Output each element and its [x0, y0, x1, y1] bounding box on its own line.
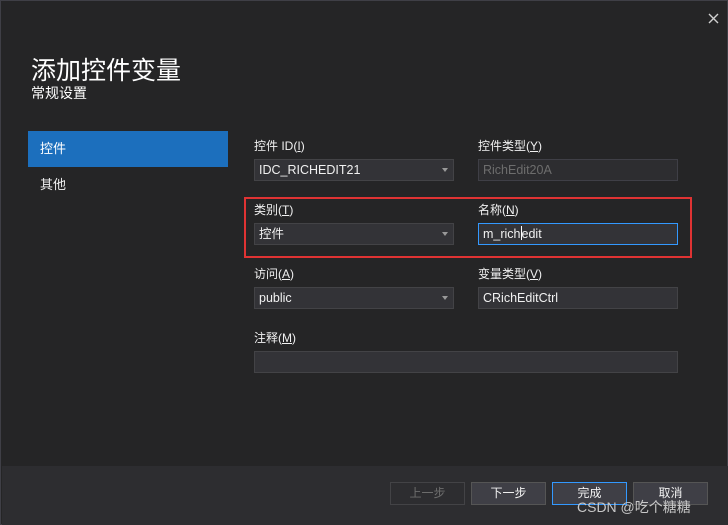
dropdown-arrow-icon — [442, 168, 448, 172]
prev-button[interactable]: 上一步 — [390, 482, 465, 505]
next-button[interactable]: 下一步 — [471, 482, 546, 505]
dropdown-arrow-icon — [442, 296, 448, 300]
sidebar-item-control[interactable]: 控件 — [28, 131, 228, 167]
sidebar-item-other[interactable]: 其他 — [28, 167, 228, 203]
control-type-label: 控件类型(Y) — [478, 139, 543, 153]
access-value: public — [259, 291, 292, 305]
comment-label: 注释(M) — [254, 331, 296, 345]
add-control-variable-dialog: 添加控件变量 常规设置 控件 其他 控件 ID(I) IDC_RICHEDIT2… — [0, 0, 728, 525]
control-id-label: 控件 ID(I) — [254, 139, 305, 153]
annotation-highlight-box — [244, 197, 692, 258]
variable-type-label: 变量类型(V) — [478, 267, 543, 281]
access-combo[interactable]: public — [254, 287, 454, 309]
control-type-field: RichEdit20A — [478, 159, 678, 181]
access-label: 访问(A) — [254, 267, 295, 281]
variable-type-input[interactable]: CRichEditCtrl — [478, 287, 678, 309]
watermark: CSDN @吃个糖糖 — [577, 499, 691, 515]
dialog-title: 添加控件变量 — [31, 57, 182, 85]
variable-type-value: CRichEditCtrl — [483, 291, 559, 305]
close-button[interactable] — [704, 9, 722, 27]
close-icon — [708, 13, 718, 23]
control-type-value: RichEdit20A — [483, 163, 552, 177]
control-id-combo[interactable]: IDC_RICHEDIT21 — [254, 159, 454, 181]
dialog-subtitle: 常规设置 — [31, 85, 87, 101]
control-id-value: IDC_RICHEDIT21 — [259, 163, 361, 177]
comment-input[interactable] — [254, 351, 678, 373]
